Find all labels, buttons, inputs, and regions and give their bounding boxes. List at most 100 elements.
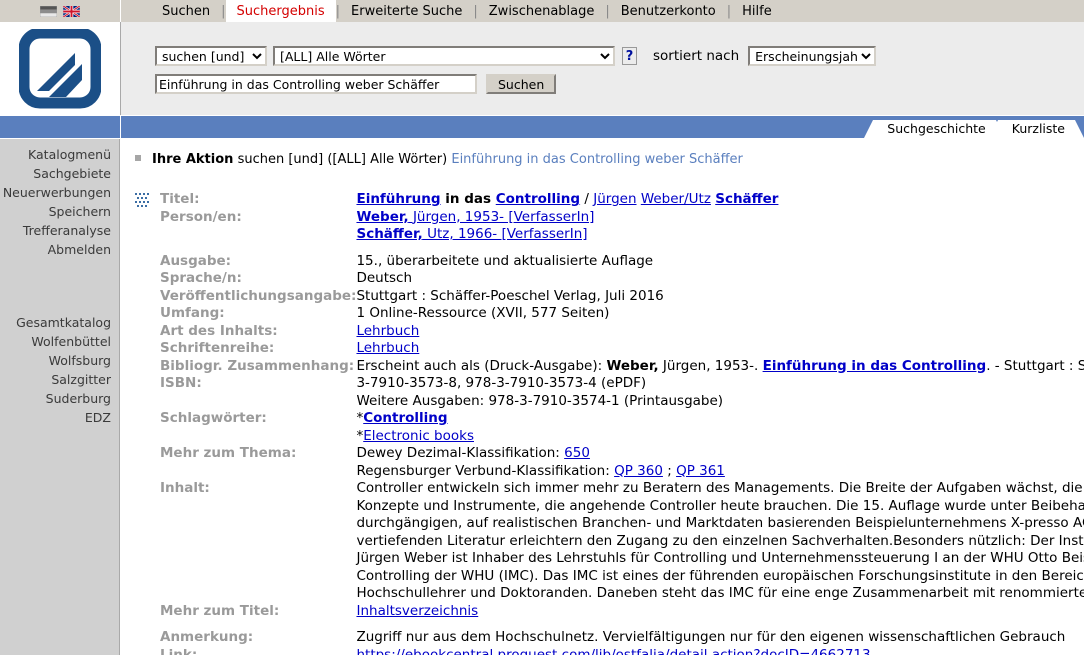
person-link-schaeffer-bold[interactable]: Schäffer, xyxy=(356,226,422,242)
schriftenreihe-link[interactable]: Lehrbuch xyxy=(356,340,419,356)
bibliogr-mid: Jürgen, 1953-. xyxy=(658,357,763,374)
german-flag-icon[interactable] xyxy=(40,5,57,17)
title-link-juergen[interactable]: Jürgen xyxy=(593,191,636,207)
title-link-weber-utz[interactable]: Weber/Utz xyxy=(641,191,711,207)
help-icon[interactable]: ? xyxy=(622,47,637,65)
main-content: Ihre Aktion suchen [und] ([ALL] Alle Wör… xyxy=(121,139,1084,655)
sidebar-item-salzgitter[interactable]: Salzgitter xyxy=(0,370,119,389)
sidebar-item-wolfsburg[interactable]: Wolfsburg xyxy=(0,351,119,370)
tab-suchgeschichte[interactable]: Suchgeschichte xyxy=(864,120,1006,138)
nav-hilfe[interactable]: Hilfe xyxy=(731,0,783,22)
action-summary: Ihre Aktion suchen [und] ([ALL] Alle Wör… xyxy=(135,152,743,167)
field-label-blank xyxy=(160,393,356,411)
field-label-link: Link: xyxy=(160,646,198,655)
resource-link[interactable]: https://ebookcentral.proquest.com/lib/os… xyxy=(356,647,870,655)
table-row: Umfang: 1 Online-Ressource (XVII, 577 Se… xyxy=(160,305,1084,323)
field-label-inhalt: Inhalt: xyxy=(160,480,210,496)
schlagwort-link-controlling[interactable]: Controlling xyxy=(363,410,447,426)
title-sep: / xyxy=(580,191,594,207)
nav-erweiterte-suche[interactable]: Erweiterte Suche xyxy=(340,0,473,22)
rvk-link-qp361[interactable]: QP 361 xyxy=(676,463,725,479)
dewey-label: Dewey Dezimal-Klassifikation: xyxy=(356,445,565,461)
record-fields-table: Titel: Einführung in das Controlling / J… xyxy=(160,191,1084,655)
table-row: Link: https://ebookcentral.proquest.com/… xyxy=(160,647,1084,655)
table-row: Veröffentlichungsangabe: Stuttgart : Sch… xyxy=(160,288,1084,306)
art-des-inhalts-link[interactable]: Lehrbuch xyxy=(356,323,419,339)
spacer xyxy=(160,620,1084,629)
bibliogr-pre: Erscheint auch als (Druck-Ausgabe): xyxy=(356,357,607,374)
table-row: Weitere Ausgaben: 978-3-7910-3574-1 (Pri… xyxy=(160,393,1084,411)
sidebar-item-wolfenbuettel[interactable]: Wolfenbüttel xyxy=(0,332,119,351)
search-input[interactable] xyxy=(155,74,477,94)
tab-kurzliste[interactable]: Kurzliste xyxy=(988,120,1084,138)
rvk-link-qp360[interactable]: QP 360 xyxy=(614,463,663,479)
sidebar-item-trefferanalyse[interactable]: Trefferanalyse xyxy=(0,221,119,240)
language-switcher xyxy=(0,0,120,23)
table-row: Schlagwörter: *Controlling xyxy=(160,410,1084,428)
sidebar-item-katalogmenue[interactable]: Katalogmenü xyxy=(0,145,119,164)
search-submit-button[interactable]: Suchen xyxy=(486,74,557,94)
inhalt-line: Hochschullehrer und Doktoranden. Daneben… xyxy=(356,585,1084,601)
nav-benutzerkonto[interactable]: Benutzerkonto xyxy=(610,0,727,22)
table-row: Inhalt: Controller entwickeln sich immer… xyxy=(160,480,1084,603)
field-label-blank xyxy=(160,463,356,481)
title-text: in das xyxy=(440,191,496,207)
search-panel: suchen [und] [ALL] Alle Wörter ? sortier… xyxy=(121,22,1084,115)
sidebar-item-abmelden[interactable]: Abmelden xyxy=(0,240,119,259)
field-value-sprache: Deutsch xyxy=(356,270,413,286)
action-operator: suchen [und] ([ALL] Alle Wörter) xyxy=(237,152,448,167)
field-label-mehr-zum-titel: Mehr zum Titel: xyxy=(160,602,280,619)
field-label-mehr-zum-thema: Mehr zum Thema: xyxy=(160,445,297,461)
person-link-weber-rest[interactable]: Jürgen, 1953- [VerfasserIn] xyxy=(409,209,594,225)
sort-select[interactable]: Erscheinungsjahr xyxy=(748,46,877,66)
field-value-schriftenreihe: Lehrbuch xyxy=(356,340,1084,358)
field-label-bibliogr: Bibliogr. Zusammenhang: xyxy=(160,357,355,374)
person-link-schaeffer-rest[interactable]: Utz, 1966- [VerfasserIn] xyxy=(423,226,587,242)
table-row: Person/en: Weber, Jürgen, 1953- [Verfass… xyxy=(160,209,1084,227)
person-link-weber-bold[interactable]: Weber, xyxy=(356,209,408,225)
bibliogr-link[interactable]: Einführung in das Controlling xyxy=(763,358,987,374)
field-value-titel: Einführung in das Controlling / Jürgen W… xyxy=(356,191,1084,209)
schlagwort-link-electronic-books[interactable]: Electronic books xyxy=(363,428,474,444)
title-link-einfuehrung[interactable]: Einführung xyxy=(356,191,440,207)
table-row: Art des Inhalts: Lehrbuch xyxy=(160,323,1084,341)
sidebar-item-edz[interactable]: EDZ xyxy=(0,408,119,427)
sidebar-item-gesamtkatalog[interactable]: Gesamtkatalog xyxy=(0,313,119,332)
table-row: *Electronic books xyxy=(160,428,1084,446)
rvk-sep: ; xyxy=(662,462,677,479)
inhaltsverzeichnis-link[interactable]: Inhaltsverzeichnis xyxy=(356,603,478,619)
sidebar: Katalogmenü Sachgebiete Neuerwerbungen S… xyxy=(0,139,120,655)
field-value-isbn: 3-7910-3573-8, 978-3-7910-3573-4 (ePDF) xyxy=(356,375,647,391)
dewey-link[interactable]: 650 xyxy=(564,445,590,461)
library-logo[interactable] xyxy=(0,22,121,115)
sidebar-item-suderburg[interactable]: Suderburg xyxy=(0,389,119,408)
sidebar-item-speichern[interactable]: Speichern xyxy=(0,202,119,221)
nav-zwischenablage[interactable]: Zwischenablage xyxy=(478,0,606,22)
uk-flag-icon[interactable] xyxy=(63,5,80,17)
sidebar-item-sachgebiete[interactable]: Sachgebiete xyxy=(0,164,119,183)
title-link-schaeffer[interactable]: Schäffer xyxy=(715,191,778,207)
bibliogr-bold: Weber, xyxy=(606,357,659,374)
rvk-label: Regensburger Verbund-Klassifikation: xyxy=(356,462,615,479)
record-icon xyxy=(135,193,149,207)
search-operator-select[interactable]: suchen [und] xyxy=(155,46,267,66)
field-value-person1: Weber, Jürgen, 1953- [VerfasserIn] xyxy=(356,209,1084,227)
title-link-controlling[interactable]: Controlling xyxy=(496,191,580,207)
field-value-person2: Schäffer, Utz, 1966- [VerfasserIn] xyxy=(356,226,1084,244)
blue-bar-left xyxy=(0,116,121,138)
action-label: Ihre Aktion xyxy=(152,152,234,167)
search-field-select[interactable]: [ALL] Alle Wörter xyxy=(273,46,615,66)
sort-label: sortiert nach xyxy=(653,48,740,64)
bibliogr-post: . - Stuttgart : Schäffer-Poeschel Verlag… xyxy=(986,357,1084,374)
sidebar-item-neuerwerbungen[interactable]: Neuerwerbungen xyxy=(0,183,119,202)
field-value-mehr-zum-titel: Inhaltsverzeichnis xyxy=(356,603,1084,621)
nav-suchen[interactable]: Suchen xyxy=(151,0,221,22)
field-label-ausgabe: Ausgabe: xyxy=(160,252,232,269)
field-label-veroeffentlichung: Veröffentlichungsangabe: xyxy=(160,287,357,304)
nav-suchergebnis[interactable]: Suchergebnis xyxy=(225,0,336,22)
table-row: Regensburger Verbund-Klassifikation: QP … xyxy=(160,463,1084,481)
inhalt-line: vertiefenden Literatur erleichtern den Z… xyxy=(356,532,1084,549)
inhalt-line: durchgängigen, auf realistischen Branche… xyxy=(356,515,1084,531)
table-row: Ausgabe: 15., überarbeitete und aktualis… xyxy=(160,253,1084,271)
